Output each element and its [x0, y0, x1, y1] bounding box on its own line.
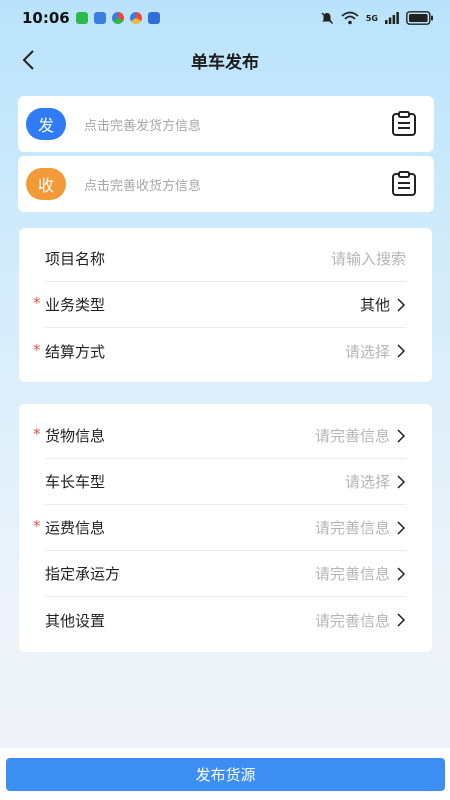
required-marker: *	[33, 340, 41, 359]
clipboard-icon[interactable]	[390, 170, 418, 198]
business-type-label: 业务类型	[45, 296, 106, 314]
settlement-method-value: 请选择	[344, 342, 390, 361]
freight-info-label: 运费信息	[45, 519, 106, 537]
settlement-method-row[interactable]: * 结算方式 请选择	[33, 328, 406, 374]
project-name-input[interactable]: 请输入搜索	[331, 248, 406, 269]
receiver-info-card[interactable]: 收 点击完善收货方信息	[18, 156, 434, 212]
designated-carrier-row[interactable]: 指定承运方 请完善信息	[45, 551, 406, 597]
cargo-info-card: * 货物信息 请完善信息 车长车型 请选择 * 运费信息 请完善信息 指定承运方…	[19, 404, 432, 652]
vehicle-type-label: 车长车型	[45, 473, 106, 491]
other-settings-row[interactable]: 其他设置 请完善信息	[45, 597, 406, 643]
business-type-value: 其他	[359, 296, 390, 314]
required-marker: *	[33, 517, 41, 535]
back-button[interactable]	[14, 46, 42, 74]
status-time: 10:06	[22, 9, 70, 27]
designated-carrier-label: 指定承运方	[45, 565, 121, 583]
chevron-right-icon	[397, 520, 406, 535]
navigation-bar: 单车发布	[0, 38, 450, 82]
vehicle-type-row[interactable]: 车长车型 请选择	[45, 459, 406, 505]
sender-info-card[interactable]: 发 点击完善发货方信息	[18, 96, 434, 152]
freight-info-value: 请完善信息	[314, 519, 390, 537]
cargo-info-label: 货物信息	[45, 427, 106, 445]
publish-button[interactable]: 发布货源	[6, 758, 445, 791]
back-arrow-icon	[22, 50, 34, 70]
designated-carrier-value: 请完善信息	[314, 565, 390, 583]
vehicle-type-value: 请选择	[344, 473, 390, 491]
required-marker: *	[33, 425, 41, 443]
chevron-right-icon	[397, 474, 406, 489]
page-title: 单车发布	[191, 52, 259, 73]
freight-info-label-wrap: * 运费信息	[33, 517, 106, 538]
usb-notification-icon	[93, 12, 106, 24]
cargo-info-label-wrap: * 货物信息	[33, 425, 106, 446]
wifi-icon	[341, 11, 359, 25]
chevron-right-icon	[397, 344, 406, 358]
signal-icon	[385, 12, 399, 24]
settlement-method-label: 结算方式	[45, 342, 106, 361]
cargo-info-row[interactable]: * 货物信息 请完善信息	[33, 413, 406, 459]
receiver-badge: 收	[26, 168, 66, 200]
battery-icon	[406, 11, 433, 25]
network-type-label: 5G	[365, 13, 378, 23]
chevron-right-icon	[397, 428, 406, 443]
project-name-row[interactable]: 项目名称 请输入搜索	[45, 236, 406, 282]
project-name-label: 项目名称	[45, 250, 106, 268]
chevron-right-icon	[397, 613, 406, 627]
mute-icon	[321, 12, 333, 24]
app-notification-icon-3	[147, 12, 160, 24]
other-settings-label: 其他设置	[45, 611, 106, 630]
app-notification-icon-2	[129, 12, 142, 24]
freight-info-row[interactable]: * 运费信息 请完善信息	[33, 505, 406, 551]
project-info-card: 项目名称 请输入搜索 * 业务类型 其他 * 结算方式 请选择	[19, 228, 432, 382]
settlement-method-label-wrap: * 结算方式	[33, 341, 106, 362]
business-type-row[interactable]: * 业务类型 其他	[33, 282, 406, 328]
business-type-label-wrap: * 业务类型	[33, 294, 106, 315]
sender-badge: 发	[26, 108, 66, 140]
message-notification-icon	[75, 12, 88, 24]
receiver-placeholder: 点击完善收货方信息	[84, 178, 202, 194]
sender-placeholder: 点击完善发货方信息	[84, 118, 202, 134]
other-settings-value: 请完善信息	[314, 611, 390, 630]
chevron-right-icon	[397, 566, 406, 581]
clipboard-icon[interactable]	[390, 110, 418, 138]
cargo-info-value: 请完善信息	[314, 427, 390, 445]
app-notification-icon	[111, 12, 124, 24]
required-marker: *	[33, 294, 41, 312]
chevron-right-icon	[397, 297, 406, 312]
status-bar: 10:06 5G	[0, 0, 450, 36]
